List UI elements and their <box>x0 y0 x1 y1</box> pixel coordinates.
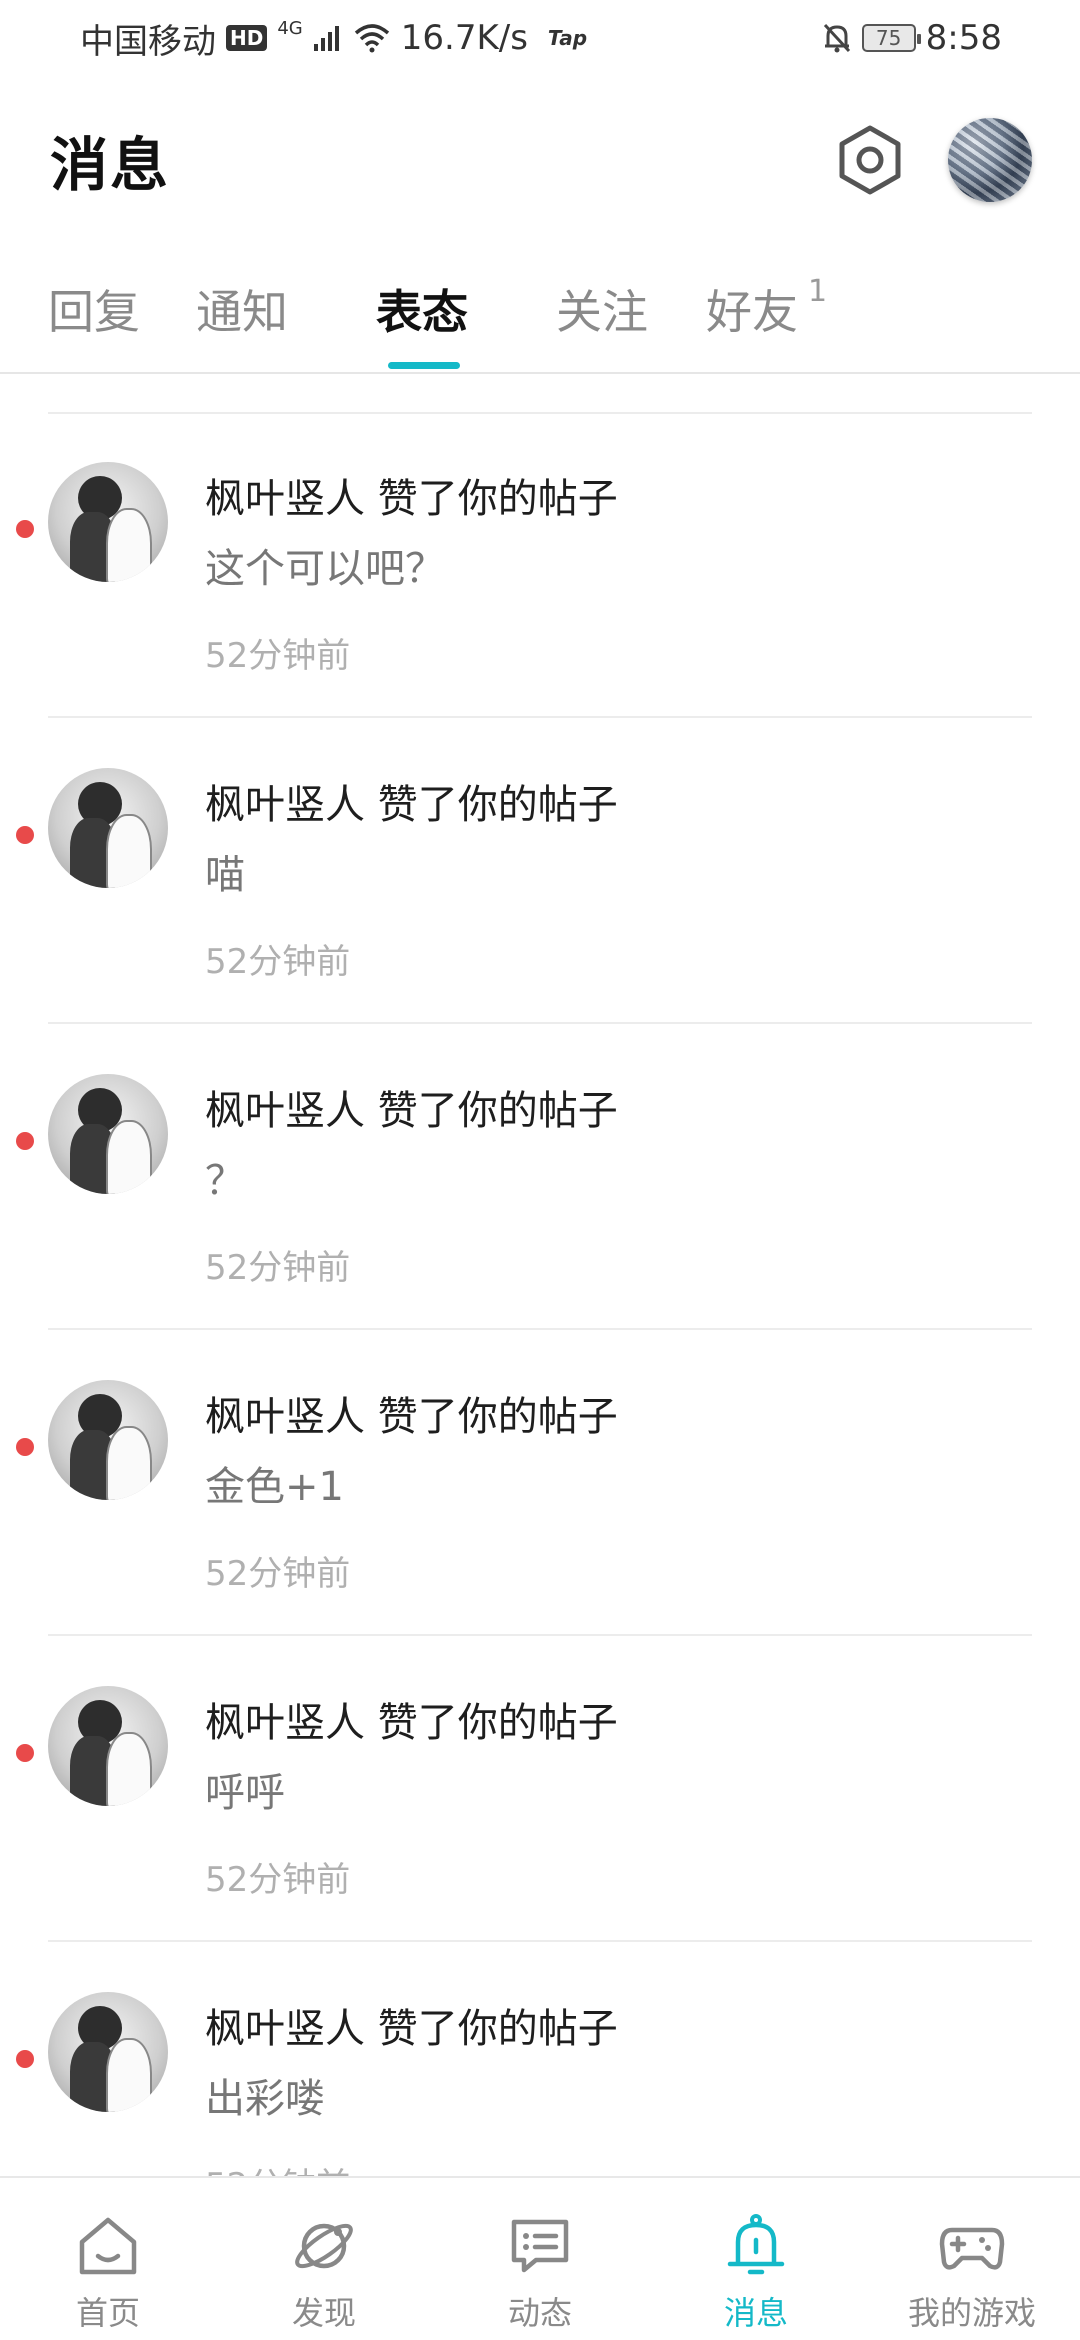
list-item[interactable]: 枫叶竖人 赞了你的帖子 呼呼 52分钟前 <box>0 1636 1080 1942</box>
nav-discover[interactable]: 发现 <box>216 2178 432 2340</box>
tab-friends[interactable]: 好友 1 <box>706 274 828 342</box>
item-content: 这个可以吧？ <box>205 546 445 592</box>
user-avatar[interactable] <box>948 118 1032 202</box>
unread-dot <box>16 1438 34 1456</box>
list-item[interactable]: 枫叶竖人 赞了你的帖子 喵 52分钟前 <box>0 718 1080 1024</box>
item-title: 枫叶竖人 赞了你的帖子 <box>205 2006 618 2052</box>
item-content: ？ <box>205 1158 245 1204</box>
status-left: 中国移动 HD 4G 16.7K/s Tap <box>80 14 587 63</box>
avatar[interactable] <box>48 768 168 888</box>
hd-badge: HD <box>226 25 268 51</box>
nav-label: 我的游戏 <box>907 2294 1036 2332</box>
item-time: 52分钟前 <box>205 1860 351 1900</box>
unread-dot <box>16 520 34 538</box>
status-right: 75 8:58 <box>822 18 1002 58</box>
unread-dot <box>16 1132 34 1150</box>
mute-bell-icon <box>823 23 850 53</box>
nav-label: 动态 <box>507 2294 572 2332</box>
header: 消息 <box>0 100 1080 220</box>
tab-follow[interactable]: 关注 <box>556 276 648 342</box>
avatar[interactable] <box>48 1686 168 1806</box>
item-title: 枫叶竖人 赞了你的帖子 <box>205 476 618 522</box>
tab-label: 通知 <box>196 285 288 339</box>
status-bar: 中国移动 HD 4G 16.7K/s Tap 75 8:58 <box>0 0 1080 76</box>
header-actions <box>830 118 1032 202</box>
unread-dot <box>16 1744 34 1762</box>
list-item[interactable]: 枫叶竖人 赞了你的帖子 这个可以吧？ 52分钟前 <box>0 412 1080 718</box>
item-title: 枫叶竖人 赞了你的帖子 <box>205 782 618 828</box>
gear-icon <box>839 125 901 195</box>
bell-icon <box>727 2214 785 2275</box>
message-card-icon <box>511 2219 569 2273</box>
tab-label: 回复 <box>48 285 140 339</box>
planet-icon <box>295 2223 353 2269</box>
tab-label: 关注 <box>556 285 648 339</box>
item-title: 枫叶竖人 赞了你的帖子 <box>205 1394 618 1440</box>
wifi-icon <box>354 24 389 53</box>
avatar[interactable] <box>48 1380 168 1500</box>
settings-button[interactable] <box>830 120 910 200</box>
nav-home[interactable]: 首页 <box>0 2178 216 2340</box>
nav-feed[interactable]: 动态 <box>432 2178 648 2340</box>
signal-icon <box>313 26 339 51</box>
network-type: 4G <box>277 17 303 39</box>
tap-app-icon: Tap <box>547 26 588 50</box>
item-title: 枫叶竖人 赞了你的帖子 <box>205 1700 618 1746</box>
item-content: 呼呼 <box>205 1770 285 1816</box>
tab-label: 好友 <box>706 285 798 339</box>
gamepad-icon <box>939 2227 1005 2270</box>
home-icon <box>79 2217 137 2275</box>
bottom-nav: 首页 发现 动态 消息 我的游戏 <box>0 2176 1080 2340</box>
avatar[interactable] <box>48 462 168 582</box>
item-content: 喵 <box>205 852 245 898</box>
battery-indicator: 75 <box>861 24 921 52</box>
item-content: 出彩喽 <box>205 2076 325 2122</box>
avatar[interactable] <box>48 1992 168 2112</box>
item-title: 枫叶竖人 赞了你的帖子 <box>205 1088 618 1134</box>
nav-label: 首页 <box>75 2294 140 2332</box>
item-time: 52分钟前 <box>205 942 351 982</box>
page-title: 消息 <box>50 131 171 199</box>
nav-messages[interactable]: 消息 <box>648 2178 864 2340</box>
item-time: 52分钟前 <box>205 1554 351 1594</box>
list-item[interactable]: 枫叶竖人 赞了你的帖子 金色+1 52分钟前 <box>0 1330 1080 1636</box>
carrier-label: 中国移动 <box>80 21 216 62</box>
tab-notice[interactable]: 通知 <box>196 276 288 342</box>
network-speed: 16.7K/s <box>400 18 528 58</box>
clock: 8:58 <box>925 18 1002 58</box>
item-time: 52分钟前 <box>205 636 351 676</box>
item-time: 52分钟前 <box>205 1248 351 1288</box>
item-content: 金色+1 <box>205 1464 344 1510</box>
nav-label: 发现 <box>291 2294 356 2332</box>
tab-badge-count: 1 <box>808 274 828 309</box>
unread-dot <box>16 2050 34 2068</box>
tab-label: 表态 <box>376 285 468 339</box>
active-tab-indicator <box>388 362 460 369</box>
avatar[interactable] <box>48 1074 168 1194</box>
tab-reactions[interactable]: 表态 <box>376 276 468 342</box>
nav-my-games[interactable]: 我的游戏 <box>864 2178 1080 2340</box>
messages-screen: 中国移动 HD 4G 16.7K/s Tap 75 8:58 消息 回复 通知 … <box>0 0 1080 2340</box>
nav-label: 消息 <box>723 2294 788 2332</box>
list-item[interactable]: 枫叶竖人 赞了你的帖子 ？ 52分钟前 <box>0 1024 1080 1330</box>
unread-dot <box>16 826 34 844</box>
message-tabs: 回复 通知 表态 关注 好友 1 <box>0 258 1080 374</box>
tab-reply[interactable]: 回复 <box>48 276 140 342</box>
